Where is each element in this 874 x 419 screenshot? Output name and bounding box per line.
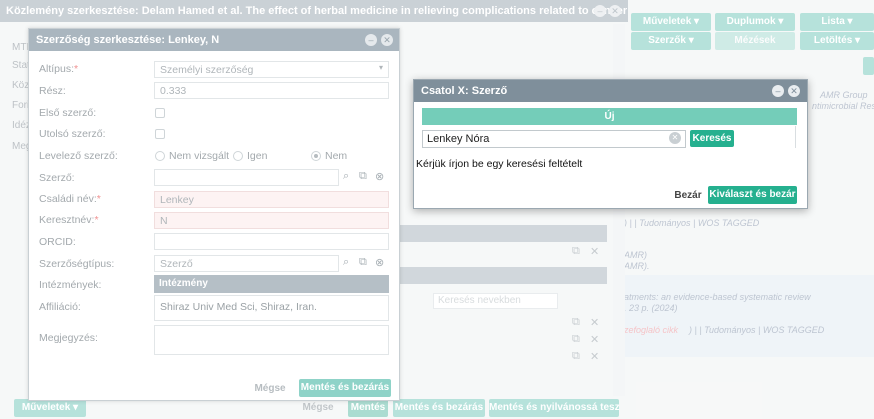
close-icon[interactable]: ✕ [788,85,800,97]
radio-nem-vizsgalt-label: Nem vizsgált [169,150,230,162]
dialog-scrollbar[interactable] [795,126,796,148]
szerzo-label: Szerző: [39,172,75,184]
resz-label: Rész: [39,85,66,97]
radio-igen-label: Igen [247,150,268,162]
new-author-button[interactable]: Új [422,108,797,125]
attach-dialog-title: Csatol X: Szerző [414,80,807,102]
search-button[interactable]: Keresés [690,130,734,147]
author-edit-dialog: Szerzőség szerkesztése: Lenkey, N – ✕ Al… [28,28,400,401]
author-search-value: Lenkey Nóra [427,133,490,145]
elso-szerzo-label: Első szerző: [39,107,97,119]
search-icon[interactable]: ⌕ [343,170,349,183]
search-icon[interactable]: ⌕ [343,256,349,269]
szerzo-input[interactable] [154,169,339,186]
affiliacio-textarea[interactable]: Shiraz Univ Med Sci, Shiraz, Iran. [154,295,389,321]
altipus-value: Személyi szerzőség [160,64,254,76]
resz-input[interactable]: 0.333 [154,82,389,99]
external-link-icon[interactable]: ⧉ [359,170,367,183]
utolso-szerzo-label: Utolsó szerző: [39,128,106,140]
levelezo-szerzo-label: Levelező szerző: [39,150,118,162]
intezmenyek-label: Intézmények: [39,279,102,291]
radio-nem-label: Nem [325,150,348,162]
radio-nem[interactable] [311,151,321,161]
clear-icon[interactable]: ⊗ [375,170,384,183]
radio-nem-vizsgalt[interactable] [155,151,165,161]
close-button[interactable]: Bezár [670,187,706,204]
csaladi-nev-label: Családi név:* [39,193,101,205]
altipus-select[interactable]: Személyi szerzőség ▾ [154,61,389,78]
author-megse-button[interactable]: Mégse [250,380,290,398]
minimize-icon[interactable]: – [772,85,784,97]
orcid-label: ORCID: [39,236,76,248]
keresztnev-label: Keresztnév:* [39,214,99,226]
altipus-label: Altípus:* [39,63,79,75]
affiliacio-label: Affiliáció: [39,301,81,313]
csaladi-nev-input[interactable]: Lenkey [154,191,389,208]
megjegyzes-textarea[interactable] [154,325,389,355]
close-icon[interactable]: ✕ [381,34,393,46]
megjegyzes-label: Megjegyzés: [39,332,98,344]
radio-igen[interactable] [233,151,243,161]
attach-author-dialog: Csatol X: Szerző – ✕ Új Lenkey Nóra ✕ Ke… [413,79,808,209]
caret-down-icon: ▾ [378,63,383,72]
select-and-close-button[interactable]: Kiválaszt és bezár [708,186,797,204]
szerzosegtipus-label: Szerzőségtípus: [39,258,115,270]
elso-szerzo-checkbox[interactable] [155,108,165,118]
clear-search-icon[interactable]: ✕ [669,132,681,144]
search-hint-text: Kérjük írjon be egy keresési feltételt [416,158,583,170]
external-link-icon[interactable]: ⧉ [359,256,367,269]
szerzosegtipus-input[interactable]: Szerző [154,255,339,272]
author-search-input[interactable]: Lenkey Nóra [422,130,686,148]
author-dialog-title: Szerzőség szerkesztése: Lenkey, N [29,29,399,51]
intezmeny-table-header: Intézmény [154,275,389,293]
utolso-szerzo-checkbox[interactable] [155,129,165,139]
keresztnev-input[interactable]: N [154,212,389,229]
minimize-icon[interactable]: – [365,34,377,46]
orcid-input[interactable] [154,233,389,250]
author-mentes-bezaras-button[interactable]: Mentés és bezárás [299,379,391,397]
clear-icon[interactable]: ⊗ [375,256,384,269]
